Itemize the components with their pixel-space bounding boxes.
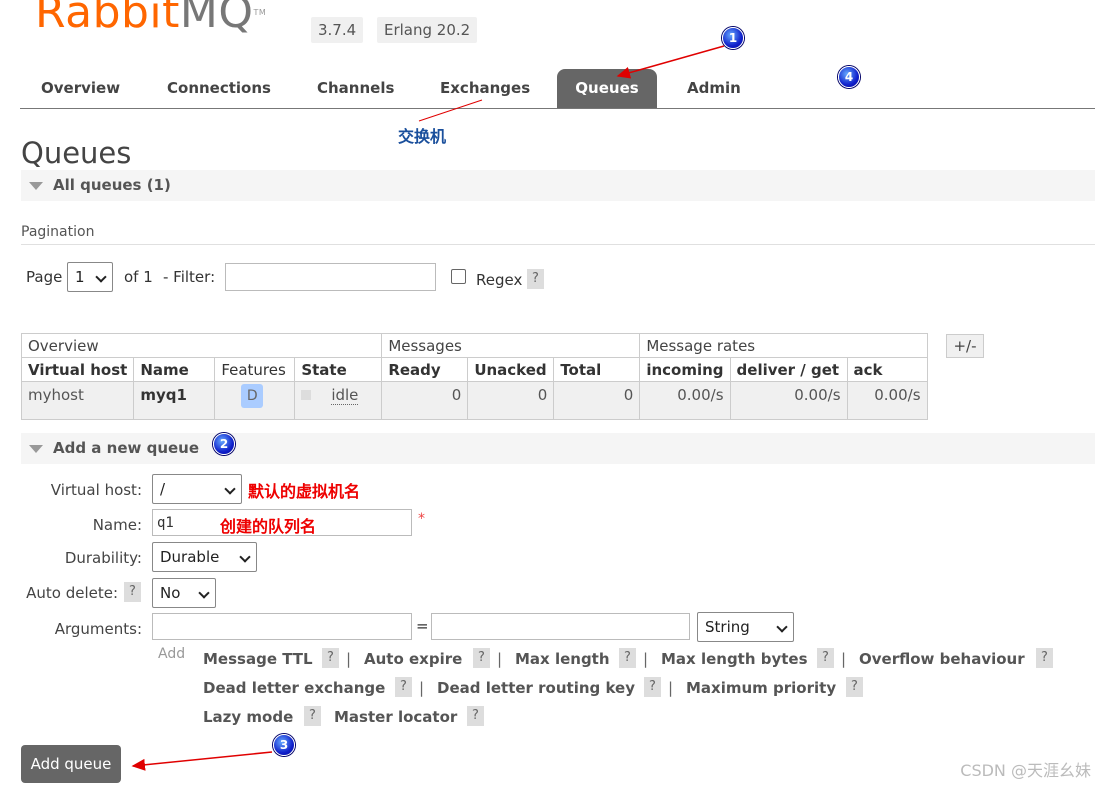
marker-3-icon: 3 <box>273 734 295 756</box>
arrow-to-queues-tab <box>616 45 725 79</box>
watermark: CSDN @天涯幺妹 <box>960 761 1091 780</box>
arrow-to-add-queue-button <box>131 751 273 771</box>
marker-4-icon: 4 <box>838 66 860 88</box>
marker-2-icon: 2 <box>213 433 235 455</box>
arrow-to-exchange-note <box>418 99 483 122</box>
marker-1-icon: 1 <box>722 27 744 49</box>
annotation-arrows <box>131 45 725 771</box>
